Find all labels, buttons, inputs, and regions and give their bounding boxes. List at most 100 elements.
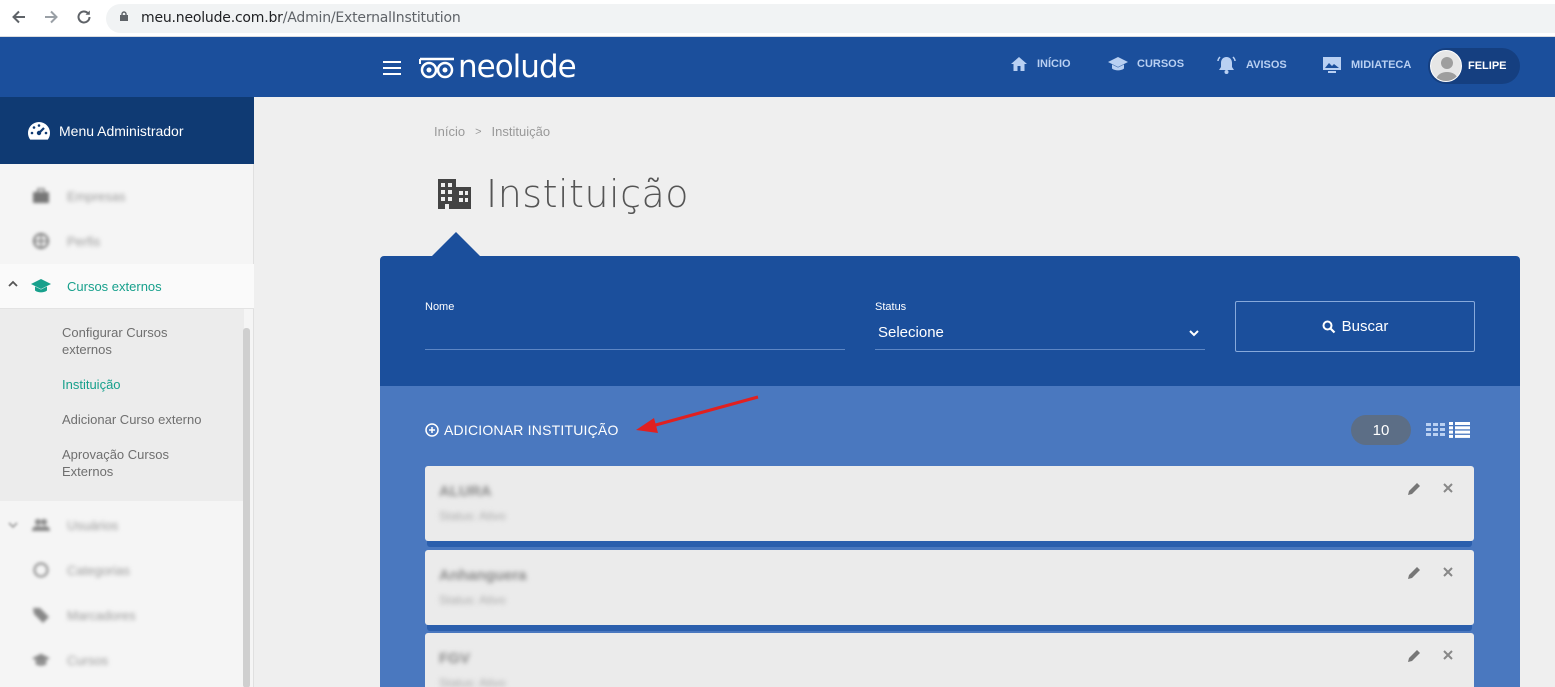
circle-icon [33, 562, 49, 578]
add-institution-button[interactable]: ADICIONAR INSTITUIÇÃO [425, 422, 619, 438]
submenu-instituicao[interactable]: Instituição [62, 376, 121, 393]
card-divider [427, 625, 1472, 631]
pencil-icon[interactable] [1406, 648, 1422, 664]
sidebar-title: Menu Administrador [59, 122, 184, 139]
chevron-down-icon [8, 522, 18, 529]
tag-icon [33, 608, 49, 623]
grid-view-icon[interactable] [1426, 423, 1446, 437]
chevron-up-icon[interactable] [7, 278, 19, 290]
reload-icon[interactable] [73, 8, 95, 30]
institution-status: Status: Ativo [439, 593, 506, 607]
name-filter-label: Nome [425, 301, 455, 313]
search-button[interactable]: Buscar [1235, 301, 1475, 352]
close-icon[interactable] [1441, 648, 1455, 662]
submenu-configurar-cursos[interactable]: Configurar Cursos externos [62, 324, 212, 358]
graduation-cap-icon [31, 279, 51, 293]
nav-avisos-label: AVISOS [1246, 59, 1287, 71]
sidebar-item-cursos-externos[interactable]: Cursos externos [0, 264, 254, 309]
status-select-underline [875, 349, 1205, 350]
nav-inicio[interactable]: INÍCIO [1010, 56, 1071, 72]
institution-status: Status: Ativo [439, 676, 506, 687]
close-icon[interactable] [1441, 565, 1455, 579]
card-divider [427, 541, 1472, 547]
institution-name: Anhanguera [439, 567, 527, 584]
breadcrumb-current: Instituição [491, 124, 551, 139]
sidebar-item-cursos[interactable]: Cursos [0, 638, 244, 683]
nav-inicio-label: INÍCIO [1037, 58, 1071, 70]
breadcrumb-separator: > [475, 125, 482, 138]
annotation-arrow [636, 395, 759, 433]
panel-notch [432, 232, 480, 256]
nav-midiateca[interactable]: MIDIATECA [1322, 56, 1411, 74]
admin-sidebar: Menu Administrador Empresas Perfis Curso… [0, 97, 254, 687]
breadcrumb-home[interactable]: Início [434, 124, 465, 139]
pencil-icon[interactable] [1406, 565, 1422, 581]
list-item[interactable]: ALURA Status: Ativo [425, 466, 1474, 541]
url-path: /Admin/ExternalInstitution [282, 10, 461, 26]
pencil-icon[interactable] [1406, 481, 1422, 497]
image-icon [1323, 57, 1341, 73]
user-menu[interactable]: FELIPE [1428, 48, 1520, 84]
list-item[interactable]: FGV Status: Ativo [425, 633, 1474, 687]
search-icon [1322, 320, 1335, 333]
hamburger-menu-icon[interactable] [383, 61, 401, 75]
page-size-selector[interactable]: 10 [1351, 415, 1411, 445]
back-arrow-icon[interactable] [8, 8, 30, 30]
status-select[interactable]: Selecione [878, 324, 944, 341]
filter-panel: Nome Status Selecione Buscar [380, 256, 1520, 386]
status-filter-label: Status [875, 301, 907, 313]
users-icon [32, 519, 50, 531]
submenu-cursos-externos: Configurar Cursos externos Instituição A… [0, 309, 244, 501]
add-circle-icon [425, 423, 439, 437]
globe-icon [33, 233, 49, 249]
chevron-down-icon[interactable] [1188, 328, 1200, 338]
sidebar-item-perfis[interactable]: Perfis [0, 219, 244, 264]
institution-list-panel: ADICIONAR INSTITUIÇÃO 10 ALURA Status: A… [380, 386, 1520, 687]
institution-name: FGV [439, 650, 470, 667]
sidebar-item-label: Perfis [67, 234, 101, 249]
nav-cursos-label: CURSOS [1137, 58, 1185, 70]
breadcrumb: Início > Instituição [434, 124, 550, 139]
building-icon [438, 179, 471, 209]
url-text[interactable]: meu.neolude.com.br/Admin/ExternalInstitu… [141, 10, 461, 26]
sidebar-item-categorias[interactable]: Categorias [0, 548, 244, 593]
nav-avisos[interactable]: AVISOS [1216, 56, 1287, 74]
graduation-cap-icon [1108, 57, 1128, 71]
submenu-aprovacao-cursos[interactable]: Aprovação Cursos Externos [62, 446, 202, 480]
browser-toolbar: meu.neolude.com.br/Admin/ExternalInstitu… [0, 0, 1555, 37]
logo-mark-icon [419, 57, 454, 79]
nav-cursos[interactable]: CURSOS [1108, 56, 1184, 72]
name-input-underline [425, 349, 845, 350]
sidebar-item-label: Categorias [67, 563, 130, 578]
search-button-label: Buscar [1341, 318, 1389, 335]
logo-text: neolude [458, 49, 577, 85]
sidebar-scrollbar[interactable] [243, 328, 250, 687]
institution-status: Status: Ativo [439, 509, 506, 523]
sidebar-item-label: Usuários [67, 518, 119, 533]
sidebar-header: Menu Administrador [0, 97, 254, 164]
sidebar-item-empresas[interactable]: Empresas [0, 174, 244, 219]
submenu-adicionar-curso[interactable]: Adicionar Curso externo [62, 411, 201, 428]
neolude-logo[interactable]: neolude [418, 49, 577, 85]
institution-name: ALURA [439, 483, 492, 500]
sidebar-item-label: Cursos externos [67, 279, 162, 294]
page-heading: Instituição [437, 172, 689, 216]
list-item[interactable]: Anhanguera Status: Ativo [425, 550, 1474, 625]
add-institution-label: ADICIONAR INSTITUIÇÃO [444, 422, 619, 438]
list-view-icon[interactable] [1449, 422, 1470, 438]
bell-icon [1217, 56, 1236, 74]
sidebar-item-label: Marcadores [67, 608, 136, 623]
sidebar-item-label: Empresas [67, 189, 126, 204]
close-icon[interactable] [1441, 481, 1455, 495]
forward-arrow-icon[interactable] [40, 8, 62, 30]
nav-midiateca-label: MIDIATECA [1351, 59, 1412, 71]
home-icon [1011, 57, 1027, 71]
sidebar-item-usuarios[interactable]: Usuários [0, 503, 244, 548]
dashboard-gauge-icon [28, 121, 50, 140]
sidebar-item-marcadores[interactable]: Marcadores [0, 593, 244, 638]
user-name: FELIPE [1468, 60, 1507, 72]
app-header: neolude INÍCIO CURSOS AVISOS MIDIATECA F… [0, 37, 1555, 97]
page-title: Instituição [486, 172, 690, 216]
name-filter-input[interactable] [425, 318, 845, 348]
graduation-cap-icon [32, 653, 50, 666]
